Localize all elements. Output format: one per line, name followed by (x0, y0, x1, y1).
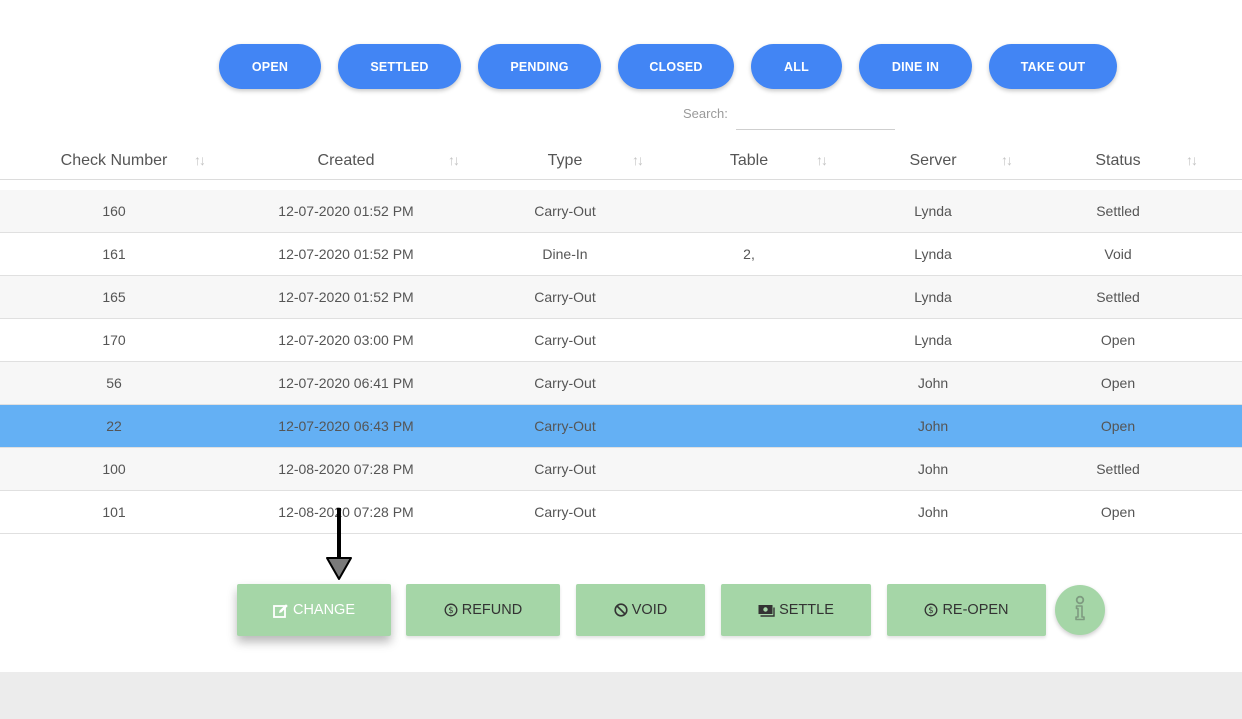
sort-icon[interactable]: ↑↓ (632, 152, 644, 168)
cell-status: Open (1100, 332, 1136, 348)
cell-created: 12-07-2020 06:41 PM (278, 375, 414, 391)
filter-open-button[interactable]: OPEN (219, 44, 321, 89)
change-button-label: CHANGE (292, 602, 356, 618)
sort-icon[interactable]: ↑↓ (194, 152, 206, 168)
cell-server: Lynda (914, 203, 952, 219)
cell-server: John (917, 418, 949, 434)
cell-type: Carry-Out (534, 375, 596, 391)
sort-icon[interactable]: ↑↓ (1001, 152, 1013, 168)
settle-button[interactable]: SETTLE (721, 584, 871, 636)
cell-created: 12-08-2020 07:28 PM (278, 461, 414, 477)
cell-table: 2, (743, 246, 755, 262)
search-input[interactable] (736, 104, 895, 130)
cell-server: John (917, 504, 949, 520)
filter-all-button[interactable]: ALL (751, 44, 842, 89)
settle-button-label: SETTLE (779, 602, 834, 618)
table-row[interactable]: 170 12-07-2020 03:00 PM Carry-Out Lynda … (0, 319, 1242, 362)
sort-icon[interactable]: ↑↓ (1186, 152, 1198, 168)
cell-type: Carry-Out (534, 332, 596, 348)
cell-created: 12-07-2020 01:52 PM (278, 289, 414, 305)
refund-button[interactable]: $ REFUND (406, 584, 560, 636)
cash-icon (758, 604, 775, 617)
cell-type: Carry-Out (534, 203, 596, 219)
table-row-selected[interactable]: 22 12-07-2020 06:43 PM Carry-Out John Op… (0, 405, 1242, 448)
table-row[interactable]: 56 12-07-2020 06:41 PM Carry-Out John Op… (0, 362, 1242, 405)
search-label: Search: (683, 106, 728, 121)
svg-text:$: $ (448, 606, 453, 616)
cell-check-number: 165 (102, 289, 126, 305)
dollar-circle-icon: $ (444, 603, 458, 617)
info-button[interactable] (1055, 585, 1105, 635)
cell-status: Open (1100, 504, 1136, 520)
filter-settled-button[interactable]: SETTLED (338, 44, 461, 89)
column-header-check-number[interactable]: Check Number (61, 152, 168, 170)
filter-dine-in-button[interactable]: DINE IN (859, 44, 972, 89)
cell-status: Open (1100, 418, 1136, 434)
refund-button-label: REFUND (461, 602, 523, 618)
table-row[interactable]: 100 12-08-2020 07:28 PM Carry-Out John S… (0, 448, 1242, 491)
block-icon (614, 603, 628, 617)
cell-type: Carry-Out (534, 289, 596, 305)
info-icon (1073, 595, 1087, 626)
filter-take-out-button[interactable]: TAKE OUT (989, 44, 1117, 89)
footer-bar (0, 672, 1242, 719)
cell-type: Carry-Out (534, 504, 596, 520)
cell-created: 12-07-2020 03:00 PM (278, 332, 414, 348)
filter-bar: OPEN SETTLED PENDING CLOSED ALL DINE IN … (0, 44, 1242, 89)
sort-icon[interactable]: ↑↓ (448, 152, 460, 168)
search-box: Search: (683, 104, 895, 130)
table-row[interactable]: 101 12-08-2020 07:28 PM Carry-Out John O… (0, 491, 1242, 534)
cell-check-number: 160 (102, 203, 126, 219)
cell-server: Lynda (914, 246, 952, 262)
column-header-server[interactable]: Server (909, 152, 956, 170)
column-header-table[interactable]: Table (730, 152, 768, 170)
cell-check-number: 161 (102, 246, 126, 262)
cell-status: Open (1100, 375, 1136, 391)
cell-created: 12-07-2020 01:52 PM (278, 246, 414, 262)
table-header: Check Number ↑↓ Created ↑↓ Type ↑↓ Table… (0, 142, 1242, 180)
cell-status: Void (1104, 246, 1132, 262)
pointer-arrow-icon (325, 508, 353, 582)
cell-server: Lynda (914, 289, 952, 305)
void-button-label: VOID (631, 602, 668, 618)
cell-server: John (917, 461, 949, 477)
reopen-button-label: RE-OPEN (942, 602, 1009, 618)
cell-server: Lynda (914, 332, 952, 348)
cell-type: Carry-Out (534, 461, 596, 477)
cell-status: Settled (1096, 461, 1140, 477)
cell-server: John (917, 375, 949, 391)
svg-text:$: $ (929, 606, 934, 616)
filter-pending-button[interactable]: PENDING (478, 44, 601, 89)
cell-type: Carry-Out (534, 418, 596, 434)
cell-status: Settled (1096, 203, 1140, 219)
table-row[interactable]: 165 12-07-2020 01:52 PM Carry-Out Lynda … (0, 276, 1242, 319)
cell-created: 12-07-2020 06:43 PM (278, 418, 414, 434)
change-button[interactable]: CHANGE (237, 584, 391, 636)
reopen-button[interactable]: $ RE-OPEN (887, 584, 1046, 636)
cell-created: 12-07-2020 01:52 PM (278, 203, 414, 219)
cell-check-number: 56 (106, 375, 122, 391)
table-row[interactable]: 160 12-07-2020 01:52 PM Carry-Out Lynda … (0, 190, 1242, 233)
cell-check-number: 101 (102, 504, 126, 520)
void-button[interactable]: VOID (576, 584, 705, 636)
cell-check-number: 22 (106, 418, 122, 434)
column-header-type[interactable]: Type (548, 152, 583, 170)
edit-icon (273, 603, 289, 618)
cell-status: Settled (1096, 289, 1140, 305)
table-row[interactable]: 161 12-07-2020 01:52 PM Dine-In 2, Lynda… (0, 233, 1242, 276)
cell-type: Dine-In (542, 246, 588, 262)
column-header-created[interactable]: Created (318, 152, 375, 170)
column-header-status[interactable]: Status (1095, 152, 1140, 170)
sort-icon[interactable]: ↑↓ (816, 152, 828, 168)
filter-closed-button[interactable]: CLOSED (618, 44, 734, 89)
dollar-circle-icon: $ (924, 603, 938, 617)
action-bar: CHANGE $ REFUND VOID SETTLE $ RE-OPEN (0, 584, 1242, 636)
checks-table-body: 160 12-07-2020 01:52 PM Carry-Out Lynda … (0, 190, 1242, 534)
cell-check-number: 100 (102, 461, 126, 477)
cell-check-number: 170 (102, 332, 126, 348)
